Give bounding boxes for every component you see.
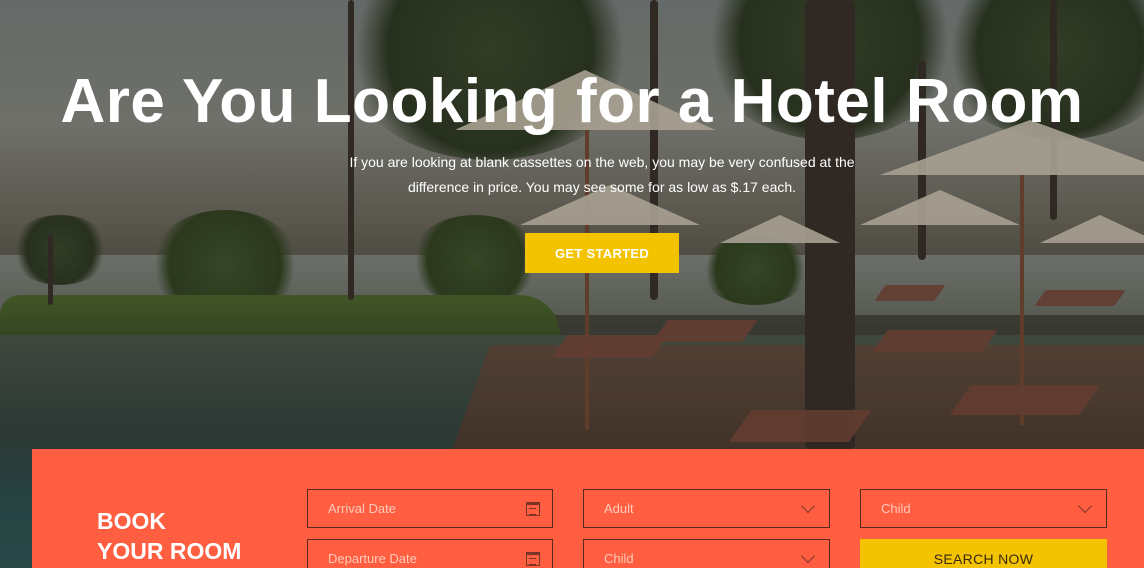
- calendar-icon[interactable]: [526, 501, 540, 516]
- child-select[interactable]: Child: [583, 539, 830, 568]
- departure-date-placeholder: Departure Date: [328, 551, 417, 566]
- booking-form: BOOK YOUR ROOM Arrival Date Departure Da…: [32, 449, 1144, 568]
- hero-description-line: difference in price. You may see some fo…: [407, 179, 797, 195]
- chevron-down-icon[interactable]: [1077, 498, 1093, 514]
- adult-select[interactable]: Adult: [583, 489, 830, 528]
- adult-select-value: Adult: [604, 501, 634, 516]
- booking-title-line: YOUR ROOM: [97, 538, 242, 564]
- child-select-value: Child: [604, 551, 634, 566]
- booking-title: BOOK YOUR ROOM: [97, 506, 241, 566]
- calendar-icon[interactable]: [526, 551, 540, 566]
- hero-description-line: If you are looking at blank cassettes on…: [349, 154, 855, 170]
- child-select-value: Child: [881, 501, 911, 516]
- chevron-down-icon[interactable]: [800, 498, 816, 514]
- departure-date-field[interactable]: Departure Date: [307, 539, 553, 568]
- booking-title-line: BOOK: [97, 508, 166, 534]
- search-now-button[interactable]: SEARCH NOW: [860, 539, 1107, 568]
- chevron-down-icon[interactable]: [800, 548, 816, 564]
- hero-section: Are You Looking for a Hotel Room If you …: [0, 0, 1144, 568]
- child-select[interactable]: Child: [860, 489, 1107, 528]
- hero-description: If you are looking at blank cassettes on…: [322, 150, 882, 200]
- hero-title: Are You Looking for a Hotel Room: [60, 67, 1084, 136]
- arrival-date-placeholder: Arrival Date: [328, 501, 396, 516]
- arrival-date-field[interactable]: Arrival Date: [307, 489, 553, 528]
- get-started-button[interactable]: GET STARTED: [525, 233, 679, 273]
